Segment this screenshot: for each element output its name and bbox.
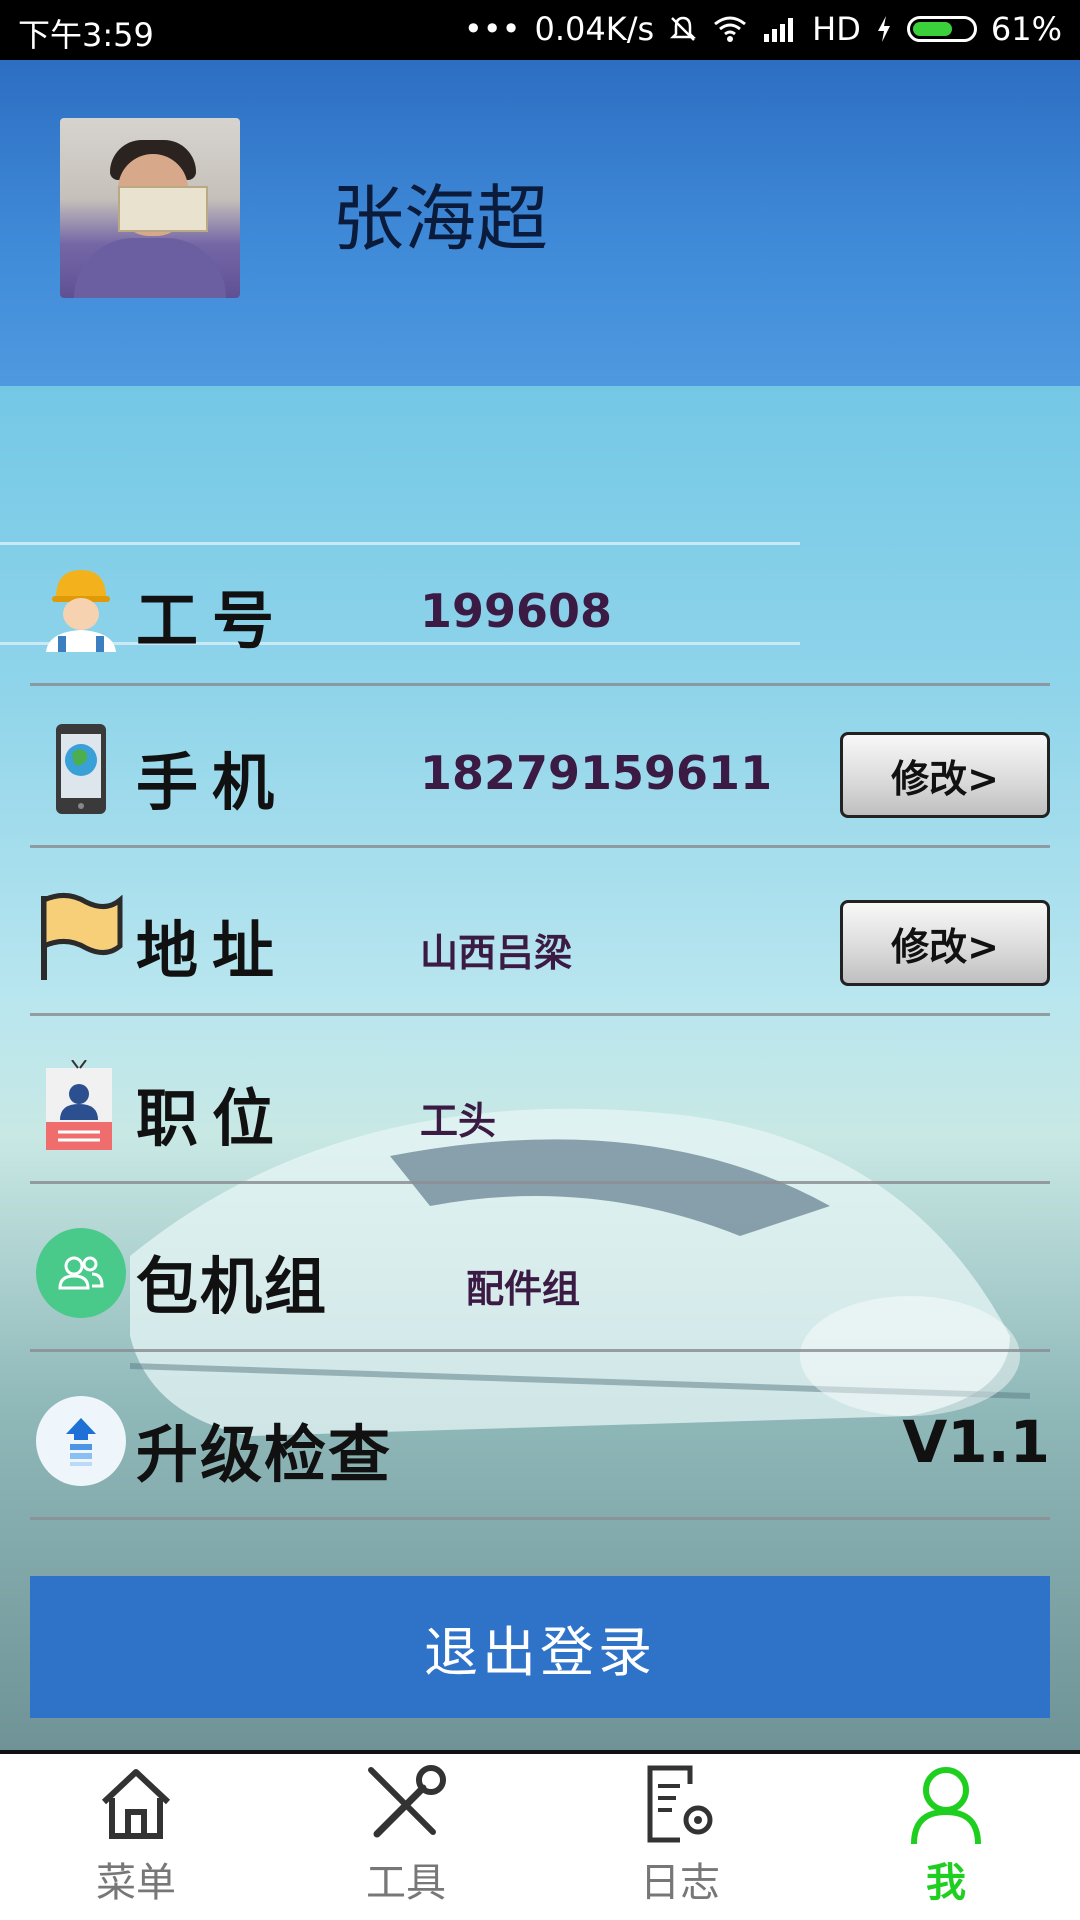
hd-label: HD (812, 10, 861, 48)
divider (30, 845, 1050, 848)
tab-me[interactable]: 我 (846, 1764, 1046, 1914)
logout-button[interactable]: 退出登录 (30, 1576, 1050, 1718)
charging-icon (877, 16, 890, 42)
status-right: ••• 0.04K/s HD 61% (464, 10, 1062, 48)
divider (30, 683, 1050, 686)
version-value: V1.1 (902, 1408, 1050, 1476)
user-name: 张海超 (332, 177, 549, 261)
divider (30, 1013, 1050, 1016)
tools-icon (368, 1765, 446, 1838)
battery-icon (906, 16, 977, 42)
info-panel: 工号 199608 手机 18279159611 修改> 地址 山西吕梁 修改> (0, 386, 1080, 1750)
tab-menu[interactable]: 菜单 (36, 1764, 236, 1914)
group-label: 包机组 (136, 1250, 329, 1323)
phone-icon (56, 724, 106, 814)
status-time: 下午3:59 (18, 16, 154, 54)
tab-menu-label: 菜单 (96, 1860, 176, 1906)
employee-id-value: 199608 (420, 584, 613, 638)
divider (30, 1181, 1050, 1184)
upgrade-label: 升级检查 (136, 1418, 393, 1491)
divider (30, 1349, 1050, 1352)
home-icon (101, 1769, 171, 1839)
tab-log-label: 日志 (640, 1860, 720, 1906)
employee-id-label: 工号 (136, 584, 289, 657)
bottom-tab-bar: 菜单 工具 日志 我 (0, 1750, 1080, 1920)
row-address: 地址 山西吕梁 修改> (0, 856, 1080, 1016)
edit-phone-button[interactable]: 修改> (840, 732, 1050, 818)
row-position: 职位 工头 (0, 1024, 1080, 1184)
divider (30, 1517, 1050, 1520)
phone-value: 18279159611 (420, 746, 773, 800)
id-card-icon (46, 1060, 112, 1150)
avatar[interactable] (60, 118, 240, 298)
position-label: 职位 (136, 1082, 289, 1155)
network-speed: 0.04K/s (534, 10, 655, 48)
log-settings-icon (647, 1765, 713, 1843)
position-value: 工头 (420, 1099, 497, 1143)
row-group: 包机组 配件组 (0, 1192, 1080, 1352)
address-value: 山西吕梁 (420, 931, 573, 975)
group-icon (36, 1228, 126, 1318)
row-phone: 手机 18279159611 修改> (0, 688, 1080, 848)
flag-icon (41, 893, 123, 980)
status-bar: 下午3:59 ••• 0.04K/s HD 61% (0, 0, 1080, 60)
status-dots: ••• (463, 10, 521, 48)
phone-label: 手机 (136, 746, 289, 819)
wifi-icon (714, 16, 747, 42)
tab-me-label: 我 (926, 1860, 966, 1906)
worker-icon (46, 570, 116, 652)
row-employee-id: 工号 199608 (0, 526, 1080, 686)
tab-log[interactable]: 日志 (580, 1764, 780, 1914)
mute-bell-icon (670, 16, 697, 41)
user-icon (911, 1767, 981, 1844)
edit-address-button[interactable]: 修改> (840, 900, 1050, 986)
upgrade-icon (36, 1396, 126, 1486)
group-value: 配件组 (466, 1267, 581, 1311)
address-label: 地址 (136, 914, 289, 987)
tab-tools-label: 工具 (366, 1860, 446, 1906)
tab-tools[interactable]: 工具 (306, 1764, 506, 1914)
signal-icon (764, 18, 794, 42)
row-upgrade[interactable]: 升级检查 V1.1 (0, 1360, 1080, 1520)
battery-percent: 61% (990, 10, 1062, 48)
